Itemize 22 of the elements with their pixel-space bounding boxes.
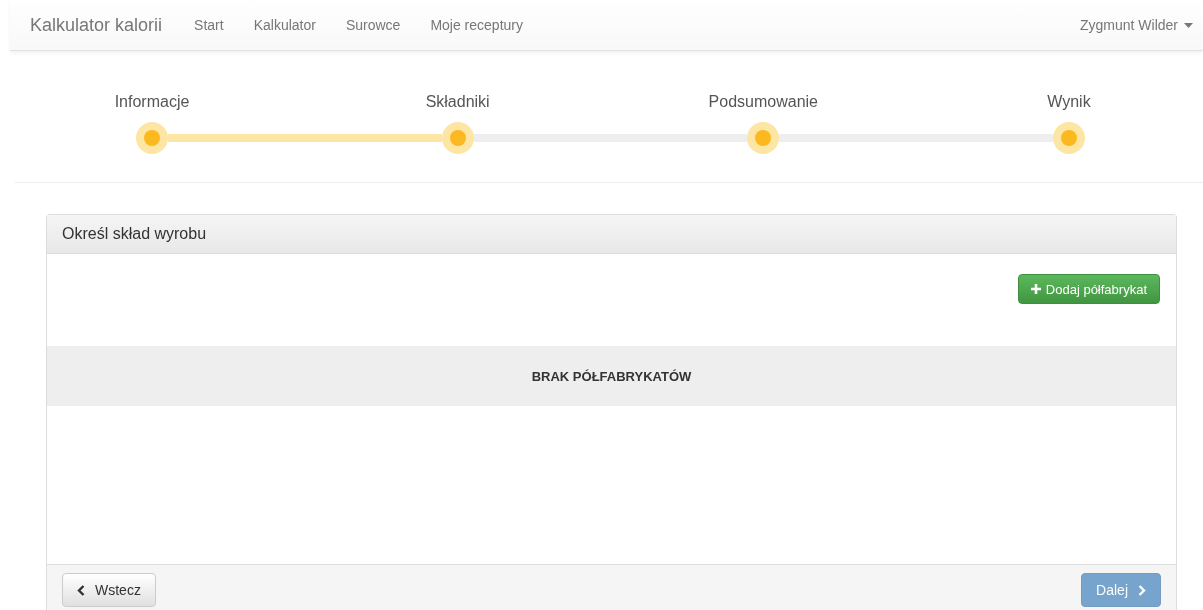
nav-link[interactable]: Moje receptury xyxy=(415,17,538,33)
plus-icon xyxy=(1030,284,1041,294)
empty-message: BRAK PÓŁFABRYKATÓW xyxy=(531,368,692,384)
nav-link[interactable]: Surowce xyxy=(330,17,416,33)
step-dot[interactable] xyxy=(136,122,168,154)
step-dot[interactable] xyxy=(747,122,780,154)
panel-title: Określ skład wyrobu xyxy=(47,215,1176,254)
step-label: Informacje xyxy=(114,92,190,112)
brand-link[interactable]: Kalkulator kalorii xyxy=(30,14,163,36)
step-label: Wynik xyxy=(1047,92,1091,112)
user-menu[interactable]: Zygmunt Wilder xyxy=(1079,17,1193,33)
step-dot[interactable] xyxy=(441,122,474,154)
back-button[interactable]: Wstecz xyxy=(62,573,156,607)
chevron-left-icon xyxy=(77,584,85,596)
step-label: Składniki xyxy=(425,92,490,112)
caret-icon xyxy=(1184,22,1193,28)
nav-link[interactable]: Start xyxy=(179,17,239,33)
add-button[interactable]: Dodaj półfabrykat xyxy=(1017,274,1160,304)
chevron-right-icon xyxy=(1138,584,1146,596)
step-dot[interactable] xyxy=(1053,122,1085,154)
nav-link[interactable]: Kalkulator xyxy=(238,17,331,33)
step-label: Podsumowanie xyxy=(708,92,818,112)
